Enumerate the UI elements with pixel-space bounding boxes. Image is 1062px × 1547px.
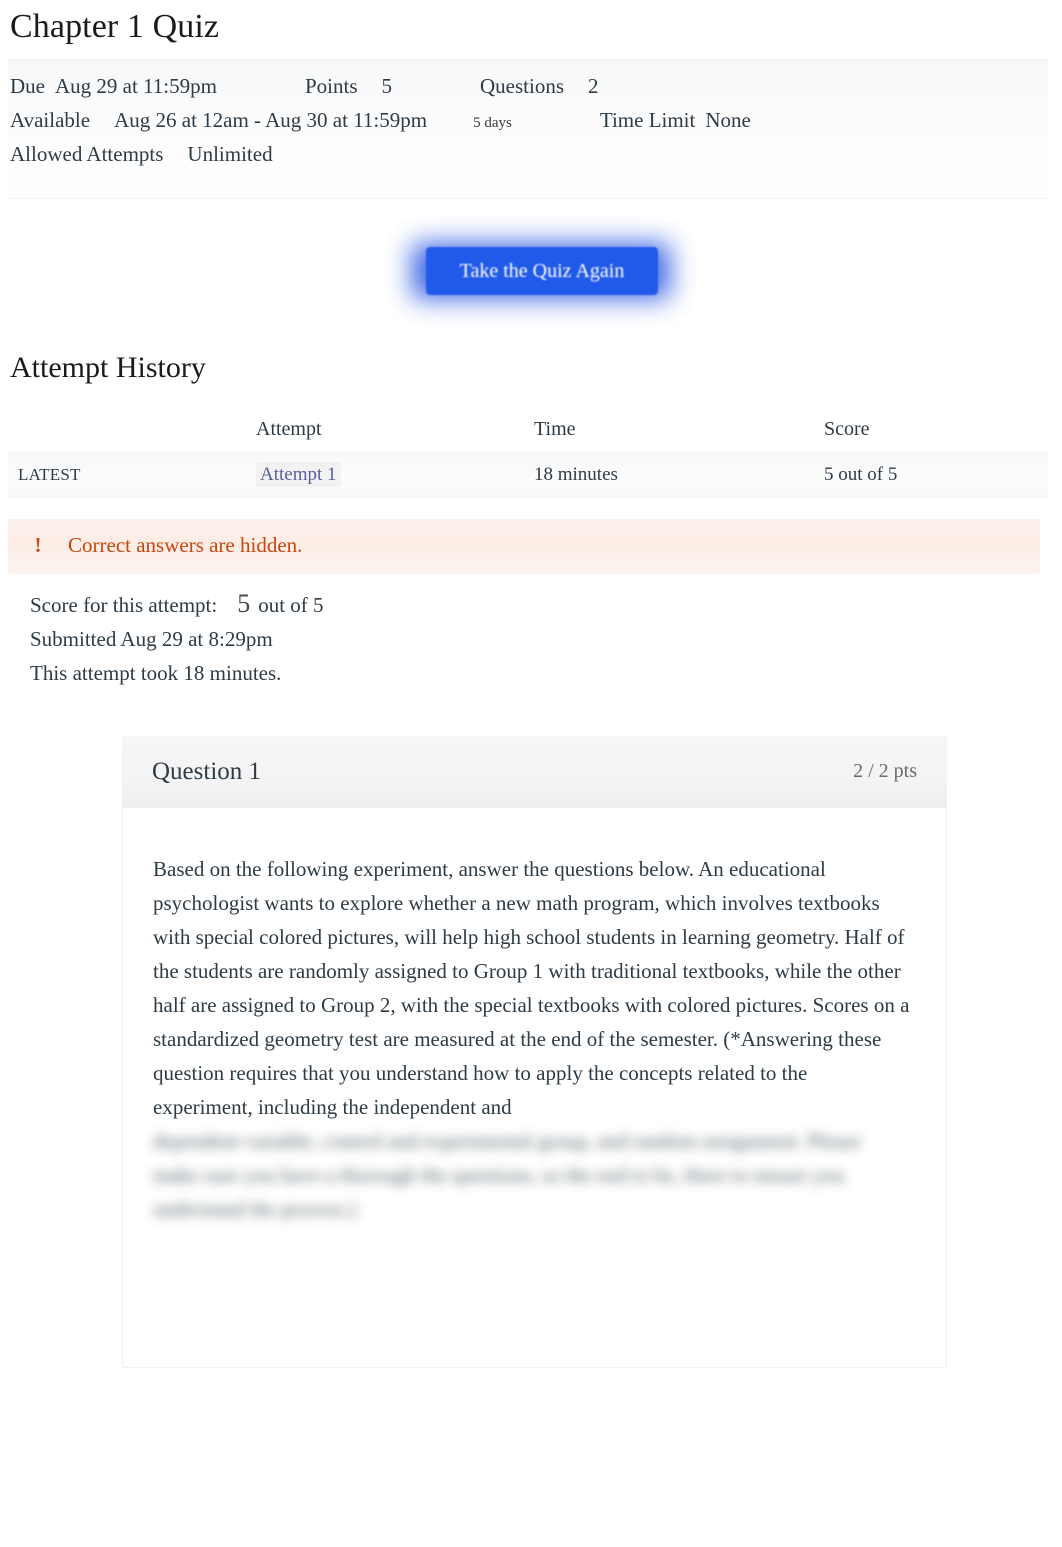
questions-label: Questions xyxy=(480,74,564,99)
page-title: Chapter 1 Quiz xyxy=(10,8,220,45)
column-header-time: Time xyxy=(534,417,576,440)
score-value: 5 xyxy=(237,588,251,618)
quiz-meta-row-attempts: Allowed Attempts Unlimited xyxy=(8,138,1048,172)
column-header-attempt: Attempt xyxy=(256,417,322,440)
warning-message: Correct answers are hidden. xyxy=(68,532,303,557)
question-text: Based on the following experiment, answe… xyxy=(153,857,910,1120)
score-label: Score for this attempt: xyxy=(30,592,218,617)
allowed-attempts-label: Allowed Attempts xyxy=(10,141,164,166)
allowed-attempts-value: Unlimited xyxy=(187,141,273,166)
column-header-score: Score xyxy=(824,417,870,440)
take-quiz-button-area: Take the Quiz Again xyxy=(8,225,1048,345)
question-title: Question 1 xyxy=(152,757,262,785)
points-label: Points xyxy=(304,74,358,99)
table-row: LATEST Attempt 1 18 minutes 5 out of 5 xyxy=(8,450,1048,499)
quiz-meta-row-due: Due Aug 29 at 11:59pm Points 5 Questions… xyxy=(8,70,1048,104)
attempt-history-table: Attempt Time Score LATEST Attempt 1 18 m… xyxy=(8,412,1048,499)
column-header-kept xyxy=(8,412,256,451)
attempt-time: 18 minutes xyxy=(534,463,618,485)
due-label: Due xyxy=(10,74,45,99)
latest-label: LATEST xyxy=(18,464,81,484)
attempt-score: 5 out of 5 xyxy=(824,463,898,485)
question-card: Question 1 2 / 2 pts Based on the follow… xyxy=(122,736,947,1368)
page-content: Chapter 1 Quiz Due Aug 29 at 11:59pm Poi… xyxy=(0,8,1062,690)
available-duration: 5 days xyxy=(473,115,512,132)
question-points: 2 / 2 pts xyxy=(853,760,917,782)
submitted-line: Submitted Aug 29 at 8:29pm xyxy=(30,626,273,651)
attempt-1-link[interactable]: Attempt 1 xyxy=(256,462,341,487)
question-text-obscured: dependent variable, control and experime… xyxy=(153,1129,861,1222)
attempt-cell: Attempt 1 xyxy=(256,451,534,499)
score-suffix: out of 5 xyxy=(258,592,324,617)
correct-answers-hidden-banner: ! Correct answers are hidden. xyxy=(8,518,1040,574)
questions-value: 2 xyxy=(588,74,599,99)
question-header: Question 1 2 / 2 pts xyxy=(122,736,947,808)
quiz-meta-row-available: Available Aug 26 at 12am - Aug 30 at 11:… xyxy=(8,104,1048,138)
question-body: Based on the following experiment, answe… xyxy=(122,808,947,1368)
available-label: Available xyxy=(10,108,91,133)
available-value: Aug 26 at 12am - Aug 30 at 11:59pm xyxy=(114,108,428,133)
take-quiz-again-button[interactable]: Take the Quiz Again xyxy=(426,247,658,296)
warning-icon: ! xyxy=(34,532,42,557)
attempt-history-heading: Attempt History xyxy=(10,351,206,385)
attempt-summary: Score for this attempt: 5 out of 5 Submi… xyxy=(8,574,1048,690)
score-for-attempt-line: Score for this attempt: 5 out of 5 xyxy=(30,588,1048,622)
quiz-meta-header: Due Aug 29 at 11:59pm Points 5 Questions… xyxy=(8,59,1048,200)
kept-badge: LATEST xyxy=(8,451,256,499)
time-limit-label: Time Limit xyxy=(599,108,696,133)
time-limit-value: None xyxy=(705,108,751,133)
table-header-row: Attempt Time Score xyxy=(8,412,1048,451)
points-value: 5 xyxy=(381,74,393,99)
duration-line: This attempt took 18 minutes. xyxy=(30,660,282,685)
due-value: Aug 29 at 11:59pm xyxy=(55,74,217,99)
